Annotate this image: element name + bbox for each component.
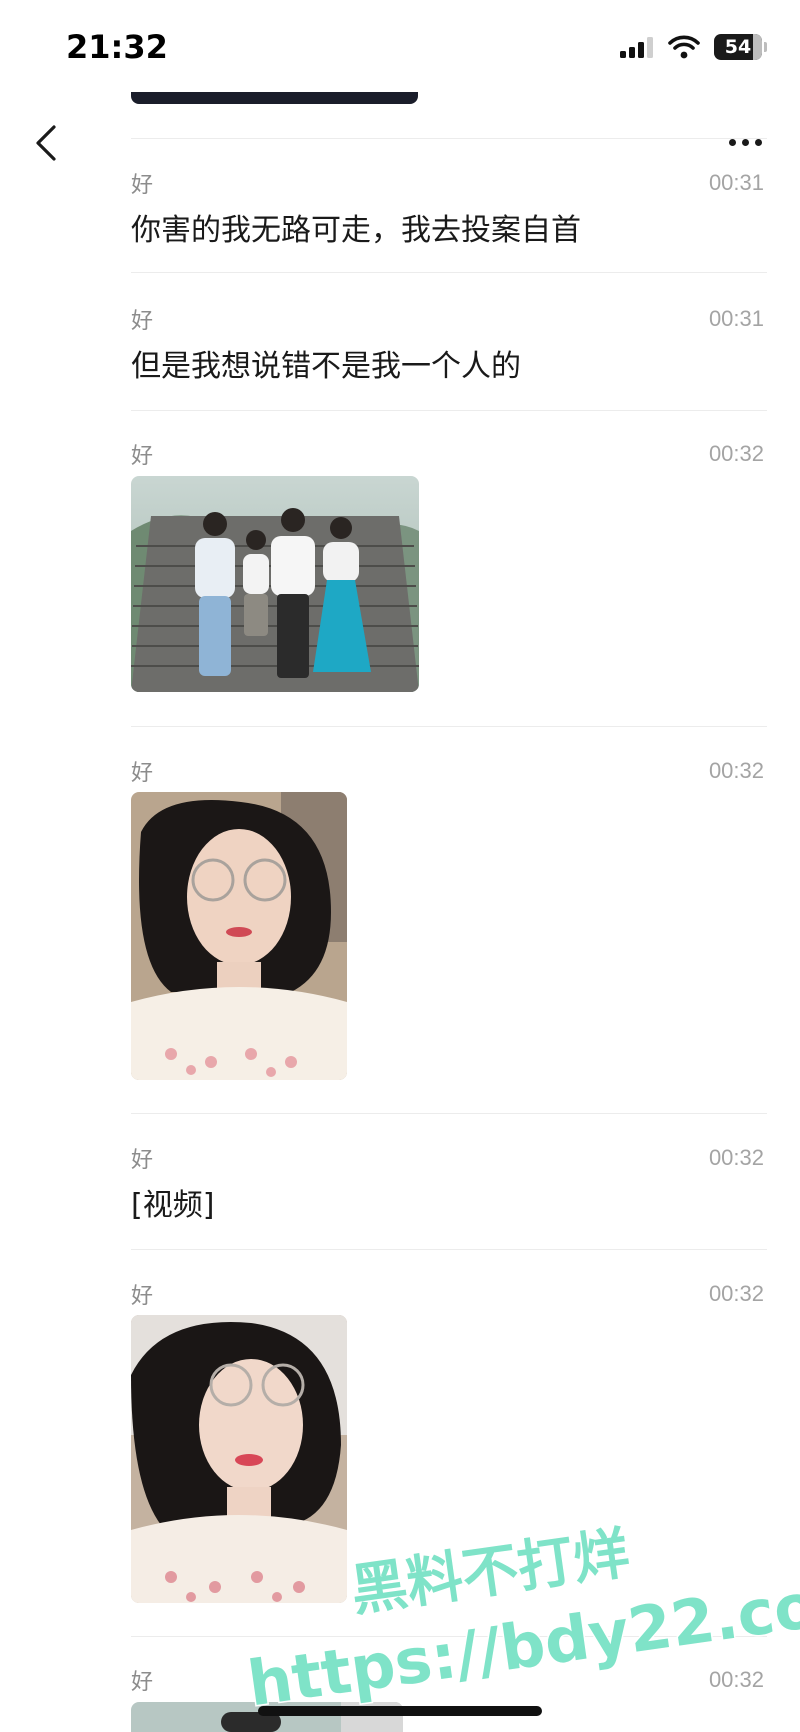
more-horizontal-icon: [728, 138, 736, 146]
battery-icon: 54: [714, 34, 767, 60]
status-time: 21:32: [66, 28, 168, 66]
message-time: 00:31: [708, 306, 764, 331]
message-time: 00:32: [708, 441, 764, 466]
chevron-left-icon: [36, 125, 56, 161]
message-sender: 好: [131, 309, 154, 334]
divider: [131, 1113, 767, 1114]
message-time: 00:32: [708, 1667, 764, 1692]
cellular-signal-icon: [620, 37, 653, 58]
message-time: 00:32: [708, 1281, 764, 1306]
more-button[interactable]: [720, 122, 770, 162]
message-image[interactable]: [131, 1315, 347, 1603]
message-text[interactable]: 你害的我无路可走，我去投案自首: [131, 205, 581, 249]
divider: [131, 1636, 767, 1637]
message-video-placeholder[interactable]: [视频]: [131, 1180, 214, 1224]
status-bar: 21:32 54: [0, 0, 800, 100]
portrait-photo-icon: [131, 792, 347, 1080]
home-indicator[interactable]: [258, 1706, 542, 1716]
back-button[interactable]: [24, 118, 68, 168]
message-time: 00:32: [708, 1145, 764, 1170]
message-text[interactable]: 但是我想说错不是我一个人的: [131, 341, 521, 385]
message-image[interactable]: [131, 476, 419, 692]
divider: [131, 410, 767, 411]
message-sender: 好: [131, 1148, 154, 1173]
status-icons: 54: [620, 34, 767, 60]
message-time: 00:31: [708, 170, 764, 195]
message-sender: 好: [131, 761, 154, 786]
message-sender: 好: [131, 1284, 154, 1309]
family-photo-icon: [131, 476, 419, 692]
message-image[interactable]: [131, 792, 347, 1080]
message-sender: 好: [131, 173, 154, 198]
portrait-photo-icon: [131, 1315, 347, 1603]
message-time: 00:32: [708, 758, 764, 783]
divider: [131, 138, 767, 139]
divider: [131, 726, 767, 727]
previous-message-fragment: [131, 92, 418, 104]
watermark-line1: 黑料不打烊: [347, 1521, 633, 1624]
wifi-icon: [668, 35, 700, 59]
message-sender: 好: [131, 444, 154, 469]
divider: [131, 1249, 767, 1250]
divider: [131, 272, 767, 273]
message-sender: 好: [131, 1670, 154, 1695]
battery-level: 54: [724, 36, 752, 58]
